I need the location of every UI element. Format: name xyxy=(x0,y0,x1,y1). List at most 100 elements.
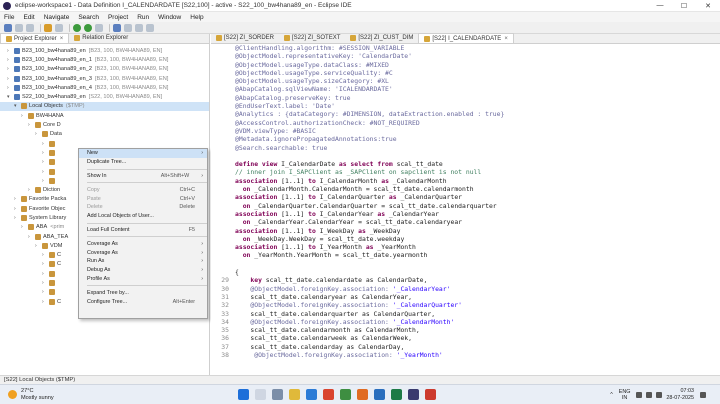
chevron-right-icon[interactable]: › xyxy=(7,48,12,54)
tree-item[interactable]: › B23_100_bw4hana89_en [B23, 100, BW4HANA8… xyxy=(0,46,209,55)
context-menu-item[interactable]: Add Local Objects of User... xyxy=(79,212,207,221)
context-menu-item[interactable]: Profile As › xyxy=(79,275,207,284)
menu-window[interactable]: Window xyxy=(158,14,181,21)
tab-relation-explorer[interactable]: Relation Explorer xyxy=(69,33,133,43)
code-editor[interactable]: @ClientHandling.algorithm: #SESSION_VARI… xyxy=(211,44,720,359)
tab-zi-sotext[interactable]: [S22] ZI_SOTEXT xyxy=(279,33,345,43)
chevron-right-icon[interactable]: › xyxy=(14,206,19,212)
maximize-button[interactable]: ☐ xyxy=(672,2,696,10)
chevron-right-icon[interactable]: › xyxy=(42,159,47,165)
coverage-icon[interactable] xyxy=(95,23,103,32)
tree-item[interactable]: › Core D xyxy=(0,120,209,129)
chevron-right-icon[interactable]: › xyxy=(35,243,40,249)
context-menu-item[interactable]: Coverage As › xyxy=(79,239,207,248)
context-menu-item[interactable]: Duplicate Tree... xyxy=(79,158,207,167)
tree-item[interactable]: › BW4HANA xyxy=(0,111,209,120)
tree-item[interactable]: › B23_100_bw4hana89_en_3 [B23, 100, BW4HAN… xyxy=(0,74,209,83)
notification-icon[interactable] xyxy=(700,391,706,398)
volume-icon[interactable] xyxy=(646,391,653,398)
weather-widget[interactable]: 27°C Mostly sunny xyxy=(8,388,88,401)
minimize-button[interactable]: — xyxy=(648,2,672,10)
chevron-right-icon[interactable]: › xyxy=(42,289,47,295)
word-icon[interactable] xyxy=(374,389,385,400)
tree-item[interactable]: ▾ Local Objects ($TMP) xyxy=(0,101,209,112)
chevron-right-icon[interactable]: › xyxy=(42,150,47,156)
menu-file[interactable]: File xyxy=(4,14,14,21)
chevron-right-icon[interactable]: › xyxy=(14,196,19,202)
chevron-right-icon[interactable]: › xyxy=(14,215,19,221)
app-icon[interactable] xyxy=(357,389,368,400)
back-icon[interactable] xyxy=(135,23,143,32)
tab-i-calendardate[interactable]: [S22] I_CALENDARDATE × xyxy=(418,33,514,43)
chevron-right-icon[interactable]: › xyxy=(35,131,40,137)
tab-zi-cust-dim[interactable]: [S22] ZI_CUST_DIM xyxy=(345,33,418,43)
tree-item[interactable]: › Data xyxy=(0,130,209,139)
close-icon[interactable]: × xyxy=(60,36,64,42)
save-all-icon[interactable] xyxy=(26,23,34,32)
tree-item[interactable]: › B23_100_bw4hana89_en_4 [B23, 100, BW4HAN… xyxy=(0,83,209,92)
chevron-right-icon[interactable]: › xyxy=(42,271,47,277)
context-menu-item[interactable]: Coverage As › xyxy=(79,248,207,257)
debug-icon[interactable] xyxy=(84,23,92,32)
chevron-right-icon[interactable]: › xyxy=(42,280,47,286)
run-icon[interactable] xyxy=(73,23,81,32)
tab-project-explorer[interactable]: Project Explorer × xyxy=(0,33,70,43)
context-menu-item[interactable]: New › xyxy=(79,149,207,158)
chevron-right-icon[interactable]: › xyxy=(7,57,12,63)
context-menu-item[interactable]: Configure Tree... Alt+Enter xyxy=(79,297,207,306)
menu-edit[interactable]: Edit xyxy=(23,14,34,21)
chevron-down-icon[interactable]: ▾ xyxy=(7,94,12,100)
clock[interactable]: 07:03 28-07-2025 xyxy=(666,388,694,401)
tray-chevron-icon[interactable]: ^ xyxy=(610,392,613,398)
menu-navigate[interactable]: Navigate xyxy=(44,14,70,21)
chevron-down-icon[interactable]: ▾ xyxy=(14,103,19,109)
abap-connect-icon[interactable] xyxy=(44,23,52,32)
eclipse-icon[interactable] xyxy=(408,389,419,400)
wifi-icon[interactable] xyxy=(636,391,643,398)
chrome-icon[interactable] xyxy=(340,389,351,400)
context-menu-item[interactable]: Expand Tree by... xyxy=(79,288,207,297)
menu-help[interactable]: Help xyxy=(190,14,203,21)
edge-icon[interactable] xyxy=(306,389,317,400)
tree-item[interactable]: › xyxy=(0,139,209,148)
open-type-icon[interactable] xyxy=(124,23,132,32)
chevron-right-icon[interactable]: › xyxy=(42,252,47,258)
chevron-right-icon[interactable]: › xyxy=(21,224,26,230)
context-menu-item[interactable]: Run As › xyxy=(79,257,207,266)
save-icon[interactable] xyxy=(15,23,23,32)
tree-item[interactable]: › B23_100_bw4hana89_en_1 [B23, 100, BW4HAN… xyxy=(0,55,209,64)
close-button[interactable]: ✕ xyxy=(696,2,720,10)
chevron-right-icon[interactable]: › xyxy=(42,299,47,305)
search-icon[interactable] xyxy=(113,23,121,32)
chevron-right-icon[interactable]: › xyxy=(42,178,47,184)
menu-project[interactable]: Project xyxy=(108,14,128,21)
tree-item[interactable]: ▾ S22_100_bw4hana89_en [S22, 100, BW4HANA8… xyxy=(0,92,209,101)
chevron-right-icon[interactable]: › xyxy=(21,113,26,119)
app2-icon[interactable] xyxy=(425,389,436,400)
menu-run[interactable]: Run xyxy=(137,14,149,21)
context-menu-item[interactable]: Load Full Content F5 xyxy=(79,226,207,235)
chevron-right-icon[interactable]: › xyxy=(28,187,33,193)
close-icon[interactable]: × xyxy=(504,36,508,42)
excel-icon[interactable] xyxy=(391,389,402,400)
chevron-right-icon[interactable]: › xyxy=(7,76,12,82)
tab-zi-sorder[interactable]: [S22] ZI_SORDER xyxy=(211,33,279,43)
menu-search[interactable]: Search xyxy=(78,14,99,21)
chevron-right-icon[interactable]: › xyxy=(28,234,33,240)
forward-icon[interactable] xyxy=(146,23,154,32)
tree-item[interactable]: › B23_100_bw4hana89_en_2 [B23, 100, BW4HAN… xyxy=(0,65,209,74)
chevron-right-icon[interactable]: › xyxy=(42,261,47,267)
windows-start-icon[interactable] xyxy=(238,389,249,400)
chevron-right-icon[interactable]: › xyxy=(28,122,33,128)
activate-icon[interactable] xyxy=(55,23,63,32)
battery-icon[interactable] xyxy=(656,391,663,398)
language-indicator[interactable]: ENG IN xyxy=(619,389,631,401)
chevron-right-icon[interactable]: › xyxy=(7,85,12,91)
office-icon[interactable] xyxy=(323,389,334,400)
task-view-icon[interactable] xyxy=(272,389,283,400)
new-icon[interactable] xyxy=(4,23,12,32)
context-menu-item[interactable]: Show In Alt+Shift+W › xyxy=(79,172,207,181)
search-icon[interactable] xyxy=(255,389,266,400)
chevron-right-icon[interactable]: › xyxy=(7,66,12,72)
context-menu-item[interactable]: Debug As › xyxy=(79,266,207,275)
